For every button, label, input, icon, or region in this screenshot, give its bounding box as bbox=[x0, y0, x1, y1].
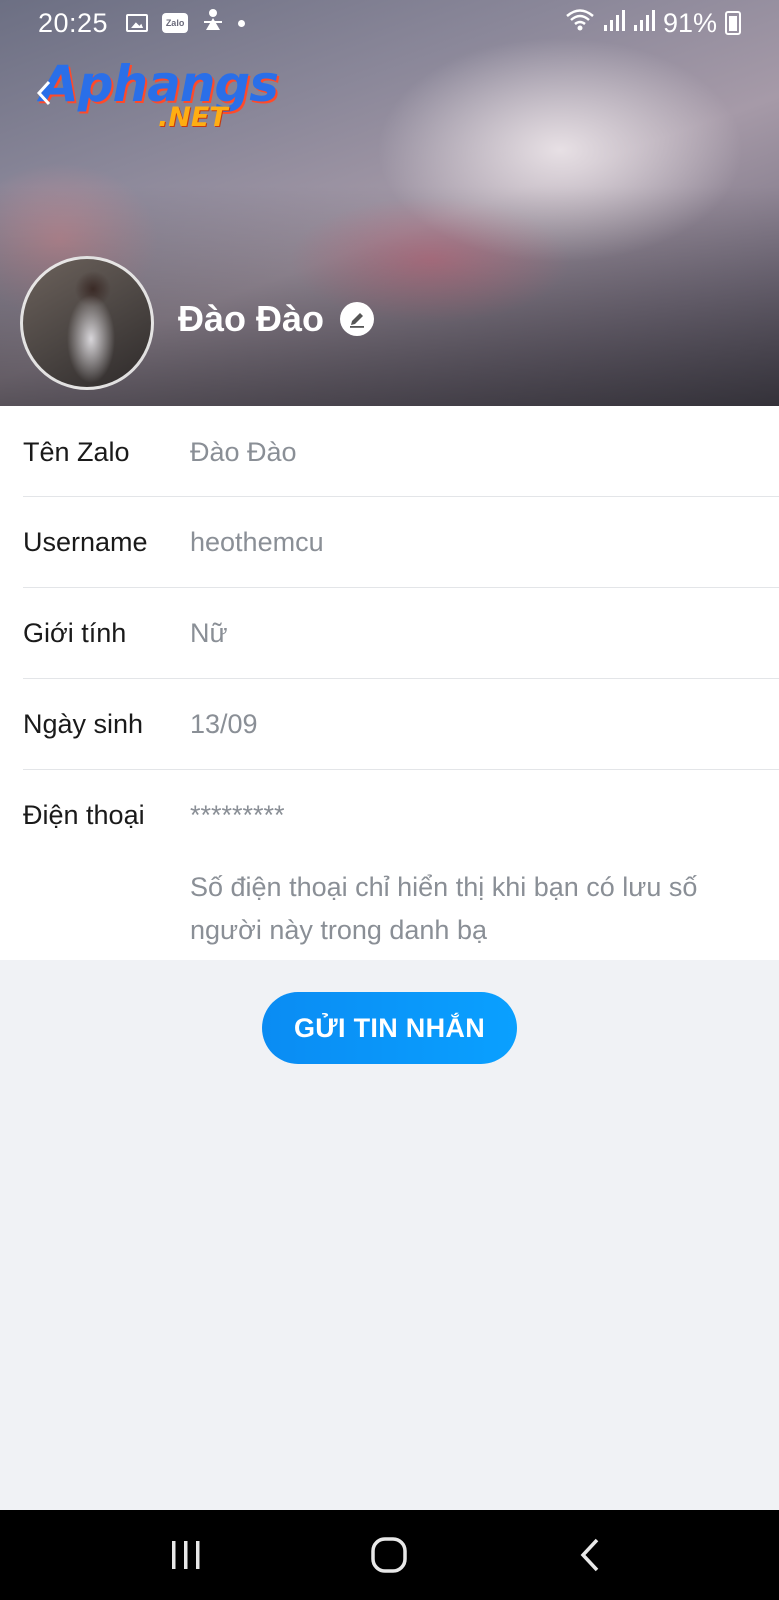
divider bbox=[23, 587, 779, 588]
battery-charging-icon bbox=[725, 11, 741, 35]
wifi-icon bbox=[565, 8, 595, 39]
gallery-icon bbox=[126, 14, 149, 32]
info-value: 13/09 bbox=[190, 708, 258, 739]
status-bar: 20:25 Zalo 91% bbox=[0, 0, 779, 46]
info-row-phone: Điện thoại ********* bbox=[23, 787, 779, 843]
info-label: Giới tính bbox=[23, 617, 127, 648]
divider bbox=[23, 678, 779, 679]
pencil-icon bbox=[350, 313, 365, 328]
send-message-button[interactable]: GỬI TIN NHẮN bbox=[262, 992, 517, 1064]
edit-name-button[interactable] bbox=[340, 302, 375, 336]
watermark-sub: .NET bbox=[158, 102, 228, 133]
divider bbox=[23, 496, 779, 497]
recent-apps-icon bbox=[172, 1541, 200, 1569]
info-label: Username bbox=[23, 526, 148, 557]
system-back-button[interactable] bbox=[530, 1510, 650, 1600]
info-value: heothemcu bbox=[190, 526, 324, 557]
back-arrow-icon bbox=[580, 1538, 599, 1572]
game-icon bbox=[202, 8, 224, 39]
profile-name-text: Đào Đào bbox=[178, 298, 325, 339]
info-row-birthday: Ngày sinh 13/09 bbox=[23, 696, 779, 752]
info-row-username: Username heothemcu bbox=[23, 514, 779, 570]
home-icon bbox=[371, 1537, 407, 1573]
info-value: ********* bbox=[190, 799, 285, 830]
recent-apps-button[interactable] bbox=[126, 1510, 246, 1600]
signal-icon bbox=[603, 8, 625, 39]
info-value: Nữ bbox=[190, 617, 228, 648]
profile-info-card: Tên Zalo Đào Đào Username heothemcu Giới… bbox=[0, 406, 779, 960]
avatar[interactable] bbox=[20, 256, 154, 390]
signal-icon bbox=[633, 8, 655, 39]
info-row-zalo-name: Tên Zalo Đào Đào bbox=[23, 424, 779, 480]
chevron-left-icon bbox=[36, 80, 51, 106]
battery-percent: 91% bbox=[662, 7, 717, 38]
home-button[interactable] bbox=[329, 1510, 449, 1600]
info-label: Ngày sinh bbox=[23, 708, 144, 739]
info-label: Tên Zalo bbox=[23, 436, 130, 467]
info-label: Điện thoại bbox=[23, 799, 145, 830]
status-time: 20:25 bbox=[38, 7, 109, 38]
zalo-icon: Zalo bbox=[162, 13, 189, 33]
dot-icon bbox=[238, 19, 246, 27]
info-value: Đào Đào bbox=[190, 436, 297, 467]
info-row-gender: Giới tính Nữ bbox=[23, 605, 779, 661]
watermark-logo: Aphangs .NET bbox=[40, 58, 279, 133]
back-button[interactable] bbox=[34, 78, 58, 108]
divider bbox=[23, 769, 779, 770]
system-nav-bar bbox=[0, 1510, 779, 1600]
phone-visibility-note: Số điện thoại chỉ hiển thị khi bạn có lư… bbox=[190, 872, 698, 945]
profile-name: Đào Đào bbox=[178, 298, 375, 340]
